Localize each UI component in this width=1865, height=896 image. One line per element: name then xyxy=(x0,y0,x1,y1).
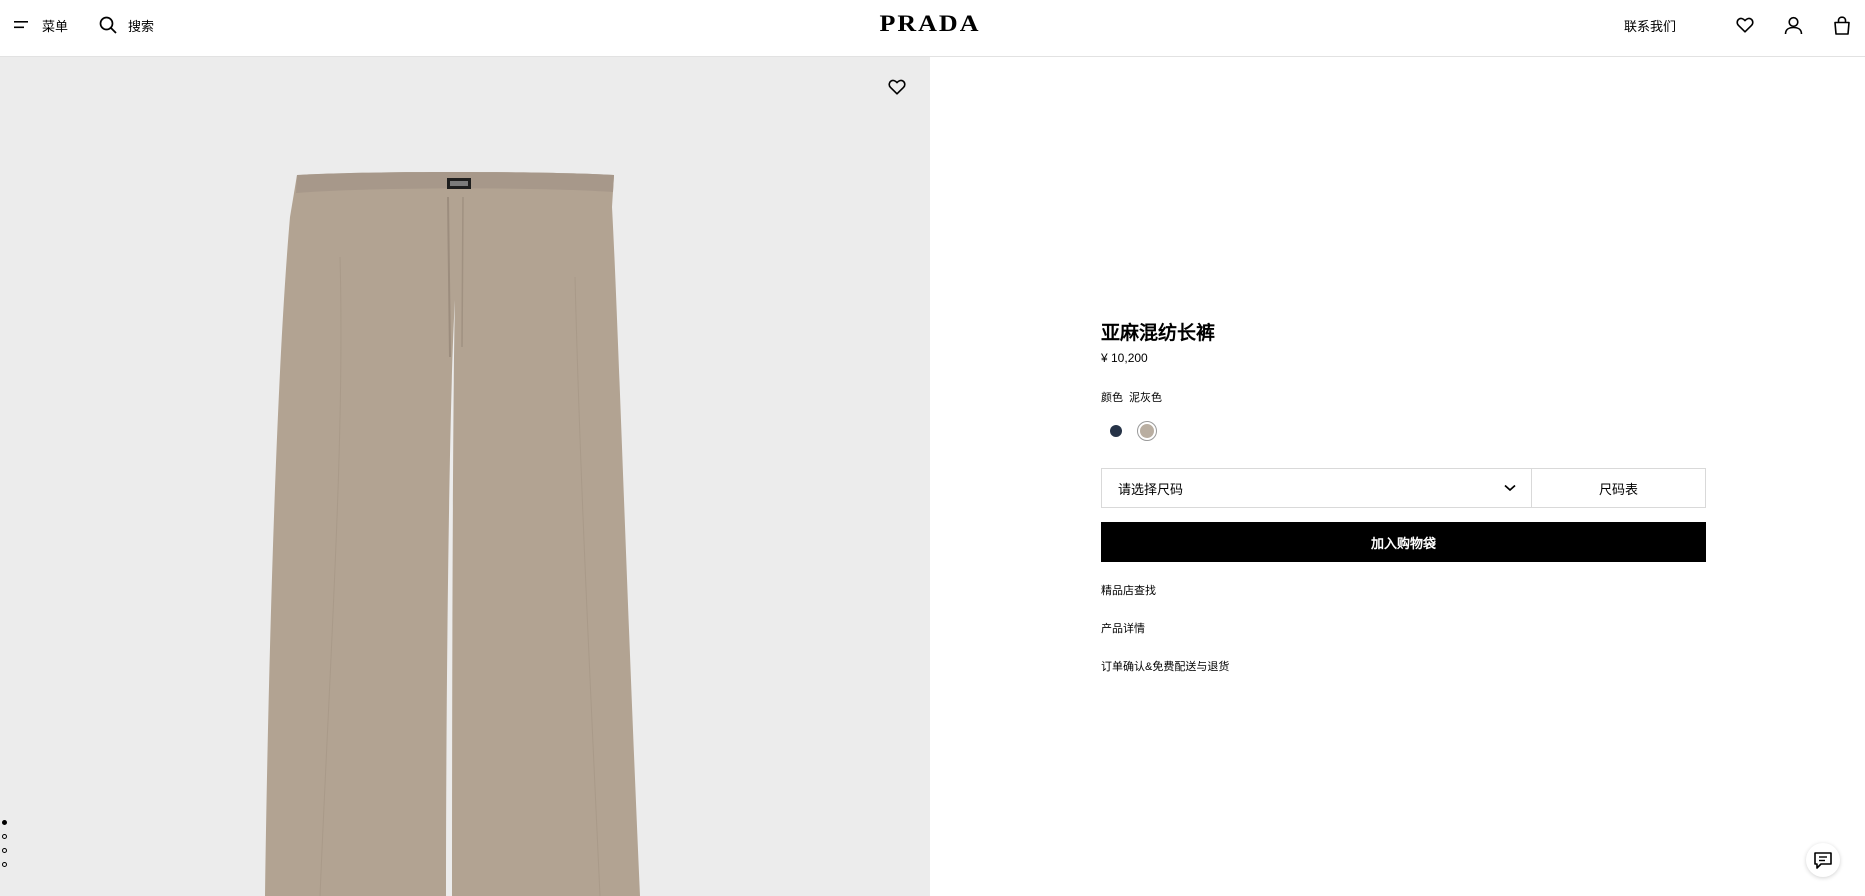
product-details-link[interactable]: 产品详情 xyxy=(1101,620,1145,636)
chat-button[interactable] xyxy=(1806,843,1840,877)
shopping-bag-icon xyxy=(1834,15,1850,35)
chevron-down-icon xyxy=(1504,484,1516,492)
color-swatch-fill xyxy=(1110,425,1122,437)
heart-icon xyxy=(888,79,906,95)
menu-label: 菜单 xyxy=(42,18,69,34)
search-icon xyxy=(99,16,117,34)
contact-us-link[interactable]: 联系我们 xyxy=(1624,16,1676,35)
size-guide-button[interactable]: 尺码表 xyxy=(1532,469,1705,507)
image-wishlist-button[interactable] xyxy=(888,79,906,100)
prada-logo[interactable]: PRADA xyxy=(873,12,987,35)
size-select[interactable]: 请选择尺码 xyxy=(1102,469,1532,507)
gallery-dot[interactable] xyxy=(2,862,7,867)
wishlist-button[interactable] xyxy=(1736,17,1754,33)
product-photo xyxy=(265,172,640,896)
gallery-dot[interactable] xyxy=(2,820,7,825)
color-swatch-fill xyxy=(1140,424,1154,438)
site-header: 菜单 搜索 PRADA 联系我们 xyxy=(0,0,1865,57)
size-select-placeholder: 请选择尺码 xyxy=(1118,481,1184,497)
account-icon xyxy=(1784,16,1803,34)
bag-button[interactable] xyxy=(1833,15,1851,35)
account-button[interactable] xyxy=(1784,16,1803,35)
menu-button[interactable]: 菜单 xyxy=(14,16,68,35)
chat-icon xyxy=(1814,851,1832,869)
gallery-dot[interactable] xyxy=(2,848,7,853)
color-selected-name: 泥灰色 xyxy=(1129,392,1162,404)
search-button[interactable]: 搜索 xyxy=(99,16,154,35)
add-to-bag-button[interactable]: 加入购物袋 xyxy=(1101,522,1706,562)
color-swatch[interactable] xyxy=(1137,421,1157,441)
search-label: 搜索 xyxy=(128,18,155,34)
heart-icon xyxy=(1736,17,1754,33)
shipping-returns-link[interactable]: 订单确认&免费配送与退货 xyxy=(1101,658,1229,674)
color-swatch[interactable] xyxy=(1106,421,1126,441)
store-locator-link[interactable]: 精品店查找 xyxy=(1101,582,1156,598)
header-left: 菜单 搜索 xyxy=(14,0,154,50)
color-info: 颜色 泥灰色 xyxy=(1101,389,1162,405)
product-image[interactable] xyxy=(0,57,930,896)
color-swatches xyxy=(1106,421,1168,441)
hamburger-icon xyxy=(14,21,28,29)
gallery-dot[interactable] xyxy=(2,834,7,839)
header-right: 联系我们 xyxy=(1624,0,1851,50)
size-row: 请选择尺码 尺码表 xyxy=(1101,468,1706,508)
product-price: ¥ 10,200 xyxy=(1101,351,1148,365)
product-title: 亚麻混纺长裤 xyxy=(1101,323,1216,344)
color-label: 颜色 xyxy=(1101,392,1123,404)
gallery-pagination xyxy=(2,820,7,876)
